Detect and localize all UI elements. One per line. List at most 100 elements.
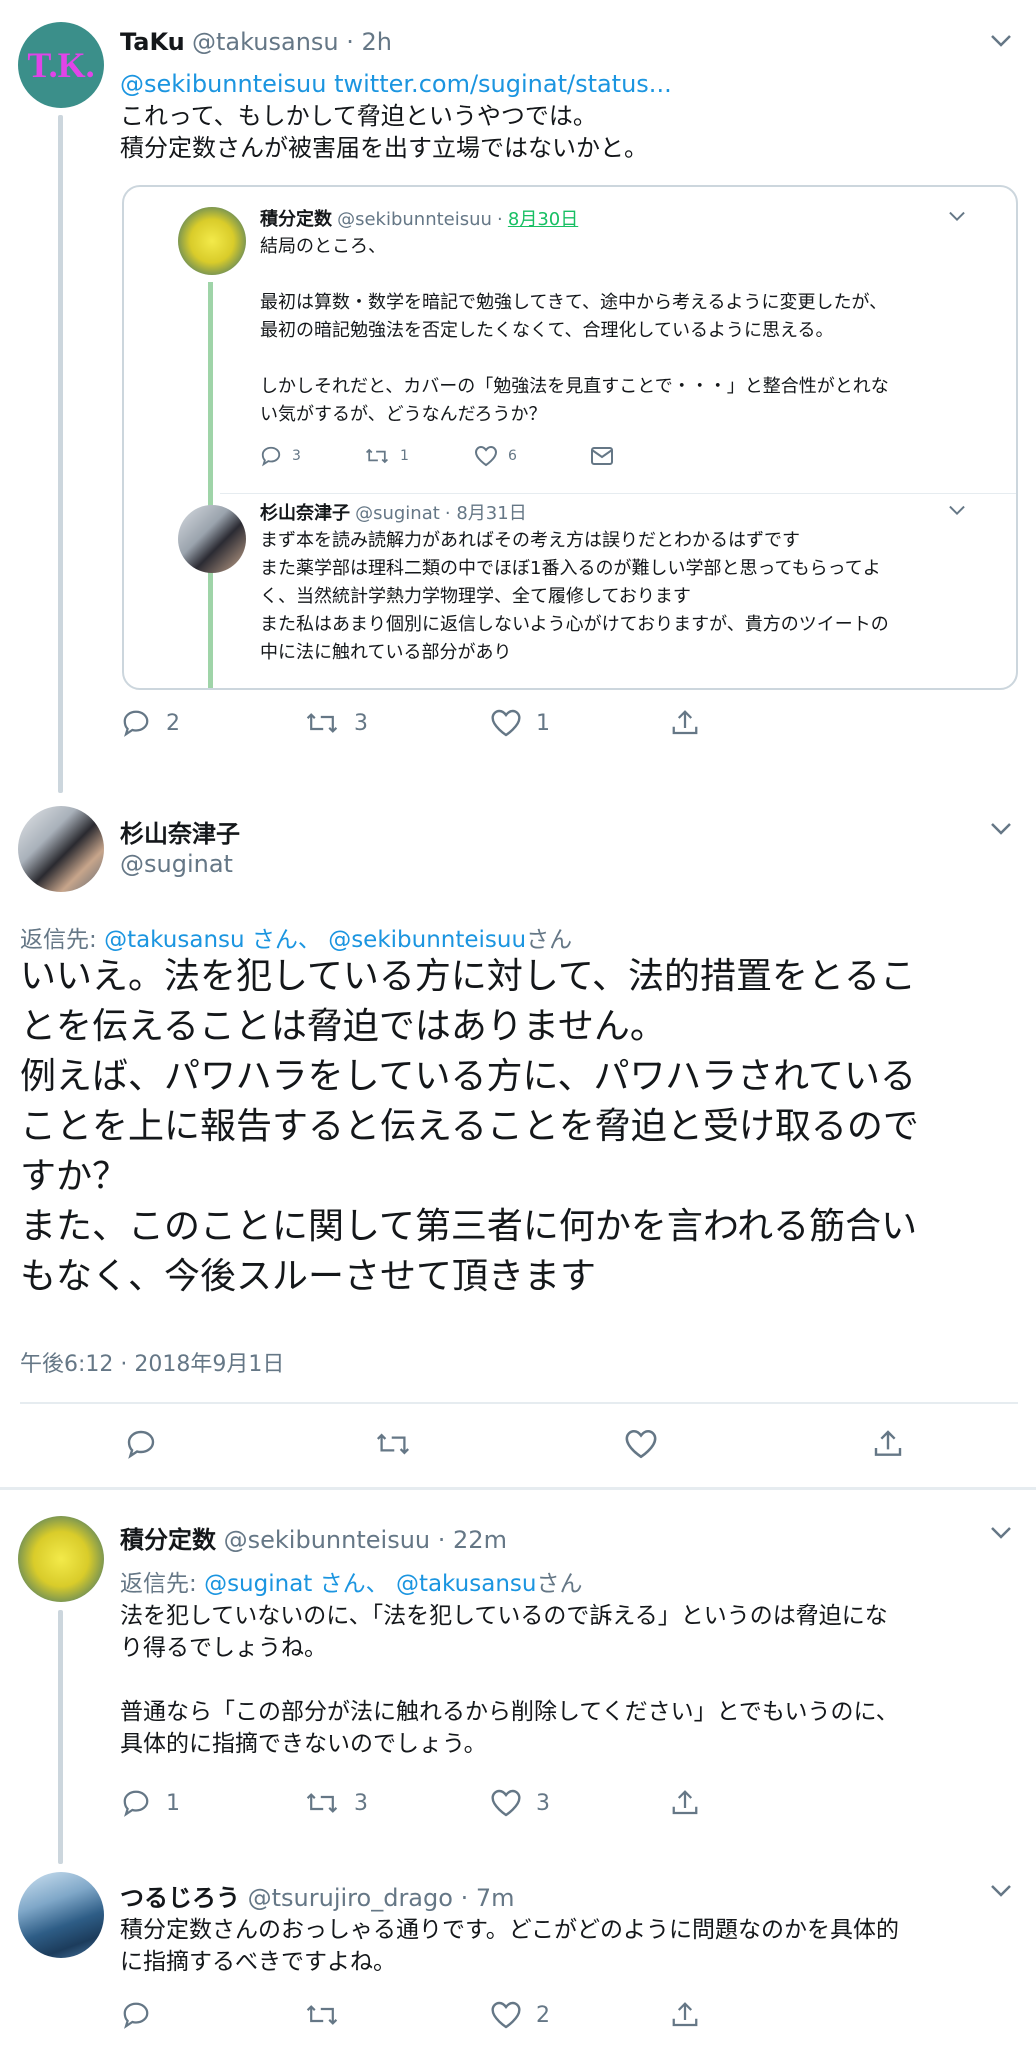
tweet-line: ことを上に報告すると伝えることを脅迫と受け取るので [20, 1106, 919, 1147]
reply-to-link[interactable]: @sekibunnteisuu [328, 927, 526, 953]
tweet-line: り得るでしょうね。 [120, 1635, 327, 1661]
quote-time[interactable]: 8月30日 [508, 209, 578, 230]
quote-link[interactable]: @sekibunnteisuu twitter.com/suginat/stat… [120, 68, 1010, 100]
like-button[interactable]: 2 [490, 2000, 670, 2030]
share-button[interactable] [872, 1428, 904, 1460]
quote-divider [220, 493, 1016, 494]
avatar[interactable] [178, 207, 246, 275]
author-name[interactable]: 杉山奈津子 [120, 814, 240, 849]
retweet-icon [365, 448, 389, 464]
author-handle[interactable]: @takusansu · 2h [192, 28, 392, 56]
chevron-down-icon[interactable] [990, 1884, 1012, 1898]
tweet-time[interactable]: · 22m [438, 1526, 507, 1554]
retweet-count: 1 [400, 448, 409, 464]
avatar[interactable]: T.K. [18, 22, 104, 108]
chevron-down-icon[interactable] [990, 1526, 1012, 1540]
tweet-line: とを伝えることは脅迫ではありません。 [20, 1006, 666, 1047]
time-separator: · [497, 209, 503, 230]
tweet-time[interactable]: · 2h [346, 28, 392, 56]
reply-icon [123, 710, 149, 737]
quote-thread-line [208, 282, 213, 688]
quote-time[interactable]: · 8月31日 [445, 503, 527, 524]
heart-icon [491, 2001, 521, 2029]
like-button[interactable] [624, 1428, 872, 1460]
thread-line [58, 1610, 63, 1864]
tweet-line: また、このことに関して第三者に何かを言われる筋合い [20, 1206, 918, 1247]
like-button[interactable]: 1 [490, 708, 670, 738]
tweet-line: これって、もしかして脅迫というやつでは。 [120, 102, 597, 130]
reply-button[interactable] [124, 1428, 374, 1460]
like-button[interactable]: 3 [490, 1788, 670, 1818]
retweet-icon [306, 2005, 338, 2025]
tweet-line: 普通なら「この部分が法に触れるから削除してください」とでもいうのに、 [120, 1699, 899, 1725]
quote-text: 結局のところ、 最初は算数・数学を暗記で勉強してきて、途中から考えるように変更し… [260, 236, 889, 425]
author-name[interactable]: TaKu [120, 28, 185, 56]
avatar[interactable] [18, 806, 104, 892]
quote-author-name[interactable]: 杉山奈津子 [260, 503, 350, 524]
reply-to-link[interactable]: @takusansu [396, 1571, 537, 1597]
reply-icon [123, 2002, 149, 2029]
heart-icon [491, 709, 521, 737]
author-handle[interactable]: @sekibunnteisuu [224, 1526, 430, 1554]
like-button[interactable]: 6 [474, 445, 590, 467]
retweet-button[interactable]: 3 [304, 708, 490, 738]
envelope-icon [591, 447, 613, 465]
chevron-down-icon[interactable] [948, 211, 966, 222]
avatar[interactable] [18, 1872, 104, 1958]
retweet-button[interactable]: 1 [364, 445, 474, 467]
retweet-icon [376, 1433, 410, 1455]
share-button[interactable] [670, 1788, 700, 1818]
tweet-line: 積分定数さんが被害届を出す立場ではないかと。 [120, 134, 648, 162]
tweet-time[interactable]: · 7m [461, 1884, 515, 1912]
tweet-line: いいえ。法を犯している方に対して、法的措置をとるこ [20, 956, 917, 997]
quoted-tweet-card[interactable]: 積分定数 @sekibunnteisuu · 8月30日 結局のところ、 最初は… [122, 185, 1018, 690]
reply-to-link[interactable]: @suginat さん、 [204, 1571, 389, 1597]
retweet-button[interactable]: 3 [304, 1788, 490, 1818]
share-button[interactable] [670, 708, 700, 738]
tweet-text: 法を犯していないのに、「法を犯しているので訴える」というのは脅迫にな り得るでし… [120, 1600, 1020, 1760]
reply-icon [123, 1790, 149, 1817]
heart-icon [625, 1429, 657, 1459]
reply-count: 3 [292, 448, 301, 464]
chevron-down-icon[interactable] [990, 34, 1012, 48]
author-name[interactable]: つるじろう [120, 1884, 240, 1912]
thread-line [58, 115, 63, 793]
chevron-down-icon[interactable] [990, 822, 1012, 836]
share-button[interactable] [670, 2000, 700, 2030]
quote-author-handle[interactable]: @sekibunnteisuu [337, 209, 492, 230]
reply-button[interactable]: 3 [260, 445, 364, 467]
tweet-line: 例えば、パワハラをしている方に、パワハラされている [20, 1056, 917, 1097]
quote-text: まず本を読み読解力があればその考え方は誤りだとわかるはずです また薬学部は理科二… [260, 530, 889, 663]
avatar[interactable] [18, 1516, 104, 1602]
share-icon [874, 1430, 902, 1456]
avatar[interactable] [178, 505, 246, 573]
tweet-line: すか？ [20, 1156, 129, 1197]
share-icon [672, 710, 698, 735]
tweet-line [120, 1664, 1020, 1696]
author-handle[interactable]: @tsurujiro_drago [248, 1884, 453, 1912]
like-count: 3 [536, 1790, 550, 1816]
reply-button[interactable]: 2 [120, 708, 304, 738]
tweet-line: 法を犯していないのに、「法を犯しているので訴える」というのは脅迫にな [120, 1603, 888, 1629]
tweet-line: もなく、今後スルーさせて頂きます [20, 1256, 597, 1297]
reply-button[interactable] [120, 2000, 304, 2030]
tweet-text: 積分定数さんのおっしゃる通りです。どこがどのように問題なのかを具体的 に指摘する… [120, 1914, 1020, 1978]
reply-button[interactable]: 1 [120, 1788, 304, 1818]
divider [20, 1402, 1018, 1404]
author-handle[interactable]: @suginat [120, 850, 233, 878]
reply-context: 返信先: @suginat さん、 @takusansuさん [120, 1571, 583, 1597]
quote-author-handle[interactable]: @suginat [355, 503, 440, 524]
retweet-count: 3 [354, 710, 368, 736]
retweet-button[interactable] [374, 1428, 624, 1460]
quote-author-name[interactable]: 積分定数 [260, 209, 332, 230]
message-button[interactable] [590, 446, 614, 466]
reply-icon [127, 1430, 155, 1459]
author-name[interactable]: 積分定数 [120, 1526, 216, 1554]
chevron-down-icon[interactable] [948, 505, 966, 516]
tweet-timestamp[interactable]: 午後6:12 · 2018年9月1日 [20, 1346, 284, 1378]
avatar-initials: T.K. [27, 45, 95, 85]
reply-to-link[interactable]: @takusansu さん、 [104, 927, 321, 953]
heart-icon [474, 445, 498, 467]
reply-count: 1 [166, 1790, 180, 1816]
retweet-button[interactable] [304, 2000, 490, 2030]
